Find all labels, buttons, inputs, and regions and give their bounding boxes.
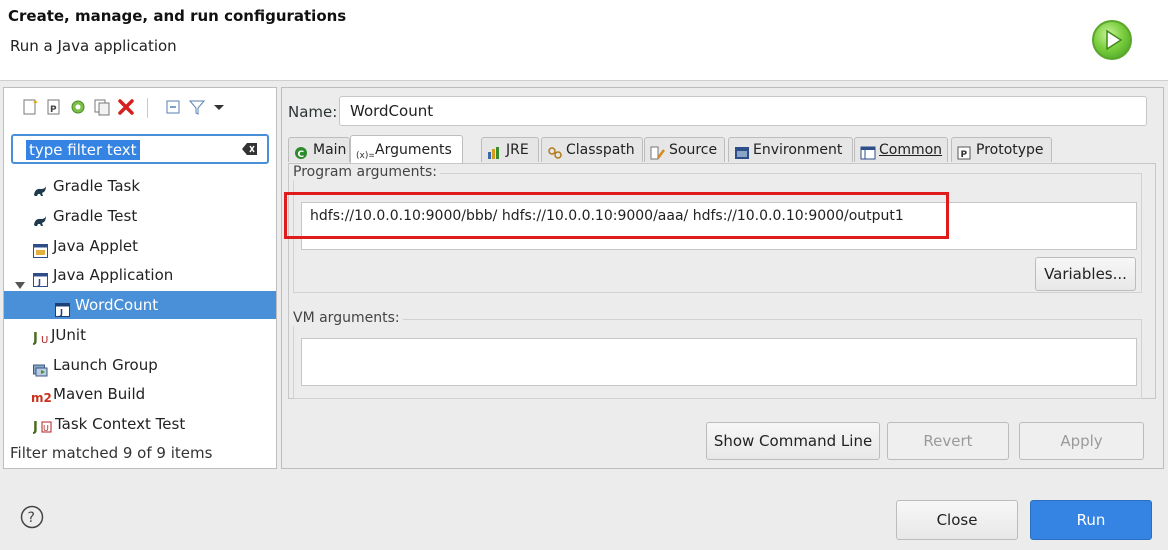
tree-item-gradle-test[interactable]: Gradle Test [4,202,276,230]
variables-button[interactable]: Variables... [1035,257,1136,291]
task-context-icon: JU [32,415,53,443]
vm-arguments-label: VM arguments: [293,310,403,326]
tab-label: Classpath [566,142,635,158]
junit-icon: JU [32,326,51,354]
delete-icon[interactable] [117,98,135,116]
tab-label: Main [313,142,347,158]
tree-item-task-context-test[interactable]: JU Task Context Test [4,410,276,438]
toolbar-separator [147,98,148,118]
new-config-icon[interactable]: ✦ [21,98,39,116]
tab-label: Environment [753,142,843,158]
tab-source[interactable]: Source [644,137,725,162]
tree-item-label: JUnit [51,326,86,344]
svg-text:(x)=: (x)= [356,151,374,160]
view-menu-icon[interactable] [210,98,228,116]
dialog-header: Create, manage, and run configurations R… [0,0,1168,81]
new-prototype-icon[interactable]: P [45,98,63,116]
tab-jre[interactable]: JRE [481,137,539,162]
tree-item-wordcount[interactable]: J WordCount [4,291,276,319]
tab-arguments[interactable]: (x)= Arguments [350,135,463,164]
tree-item-label: Launch Group [53,356,158,374]
svg-text:P: P [50,105,57,115]
tree-item-java-application[interactable]: J Java Application [4,261,276,289]
tree-item-maven-build[interactable]: m2 Maven Build [4,380,276,408]
dialog-subtitle: Run a Java application [10,37,177,55]
tree-item-label: Java Application [53,266,174,284]
run-icon [1092,20,1132,60]
clear-filter-icon[interactable] [242,142,258,160]
program-arguments-highlight [284,192,949,239]
export-icon[interactable] [69,98,87,116]
name-label: Name: [288,103,338,121]
run-button[interactable]: Run [1030,500,1152,540]
svg-text:J: J [33,420,38,434]
svg-text:U: U [43,424,49,433]
filter-input-value: type filter text [26,140,140,160]
tab-label: Source [669,142,718,158]
config-tree-panel: ✦ P type filter text Gradle Task Gradle … [3,87,277,469]
svg-text:U: U [41,335,48,345]
vm-arguments-field[interactable] [301,338,1137,386]
config-editor-panel: Name: C Main (x)= Arguments JRE Classpat… [281,87,1164,469]
tree-item-label: WordCount [75,296,159,314]
tree-item-label: Java Applet [53,237,139,255]
tree-item-label: Maven Build [53,385,146,403]
duplicate-icon[interactable] [93,98,111,116]
svg-text:P: P [961,150,968,160]
apply-button[interactable]: Apply [1019,422,1144,460]
revert-button[interactable]: Revert [887,422,1009,460]
filter-status: Filter matched 9 of 9 items [10,444,213,462]
dialog-title: Create, manage, and run configurations [8,7,347,25]
help-icon[interactable]: ? [20,505,44,533]
svg-text:J: J [37,278,41,287]
tree-item-label: Gradle Task [53,177,141,195]
tree-item-label: Task Context Test [55,415,186,433]
svg-text:C: C [298,150,305,160]
show-command-line-button[interactable]: Show Command Line [706,422,880,460]
svg-text:?: ? [28,510,35,526]
tree-toolbar: ✦ P [4,88,276,128]
filter-input[interactable]: type filter text [11,134,269,164]
tree-item-label: Gradle Test [53,207,138,225]
tab-common[interactable]: Common [854,137,948,162]
collapse-all-icon[interactable] [164,98,182,116]
tab-label: Prototype [976,142,1044,158]
tab-environment[interactable]: Environment [728,137,853,162]
svg-text:J: J [33,331,38,345]
tab-classpath[interactable]: Classpath [541,137,643,162]
name-input[interactable] [339,96,1147,126]
svg-text:✦: ✦ [32,98,39,107]
tab-label: Arguments [375,142,452,158]
tree-item-gradle-task[interactable]: Gradle Task [4,172,276,200]
svg-text:J: J [59,308,63,317]
filter-icon[interactable] [188,98,206,116]
tab-label: Common [879,142,943,158]
tree-item-junit[interactable]: JU JUnit [4,321,276,349]
close-button[interactable]: Close [896,500,1018,540]
program-arguments-label: Program arguments: [293,164,440,180]
tab-prototype[interactable]: P Prototype [951,137,1052,162]
tab-bar: C Main (x)= Arguments JRE Classpath Sour… [288,135,1158,164]
tab-main[interactable]: C Main [288,137,350,162]
tab-label: JRE [506,142,529,158]
tree-item-launch-group[interactable]: Launch Group [4,351,276,379]
svg-text:m2: m2 [31,391,51,405]
tree-item-java-applet[interactable]: Java Applet [4,232,276,260]
